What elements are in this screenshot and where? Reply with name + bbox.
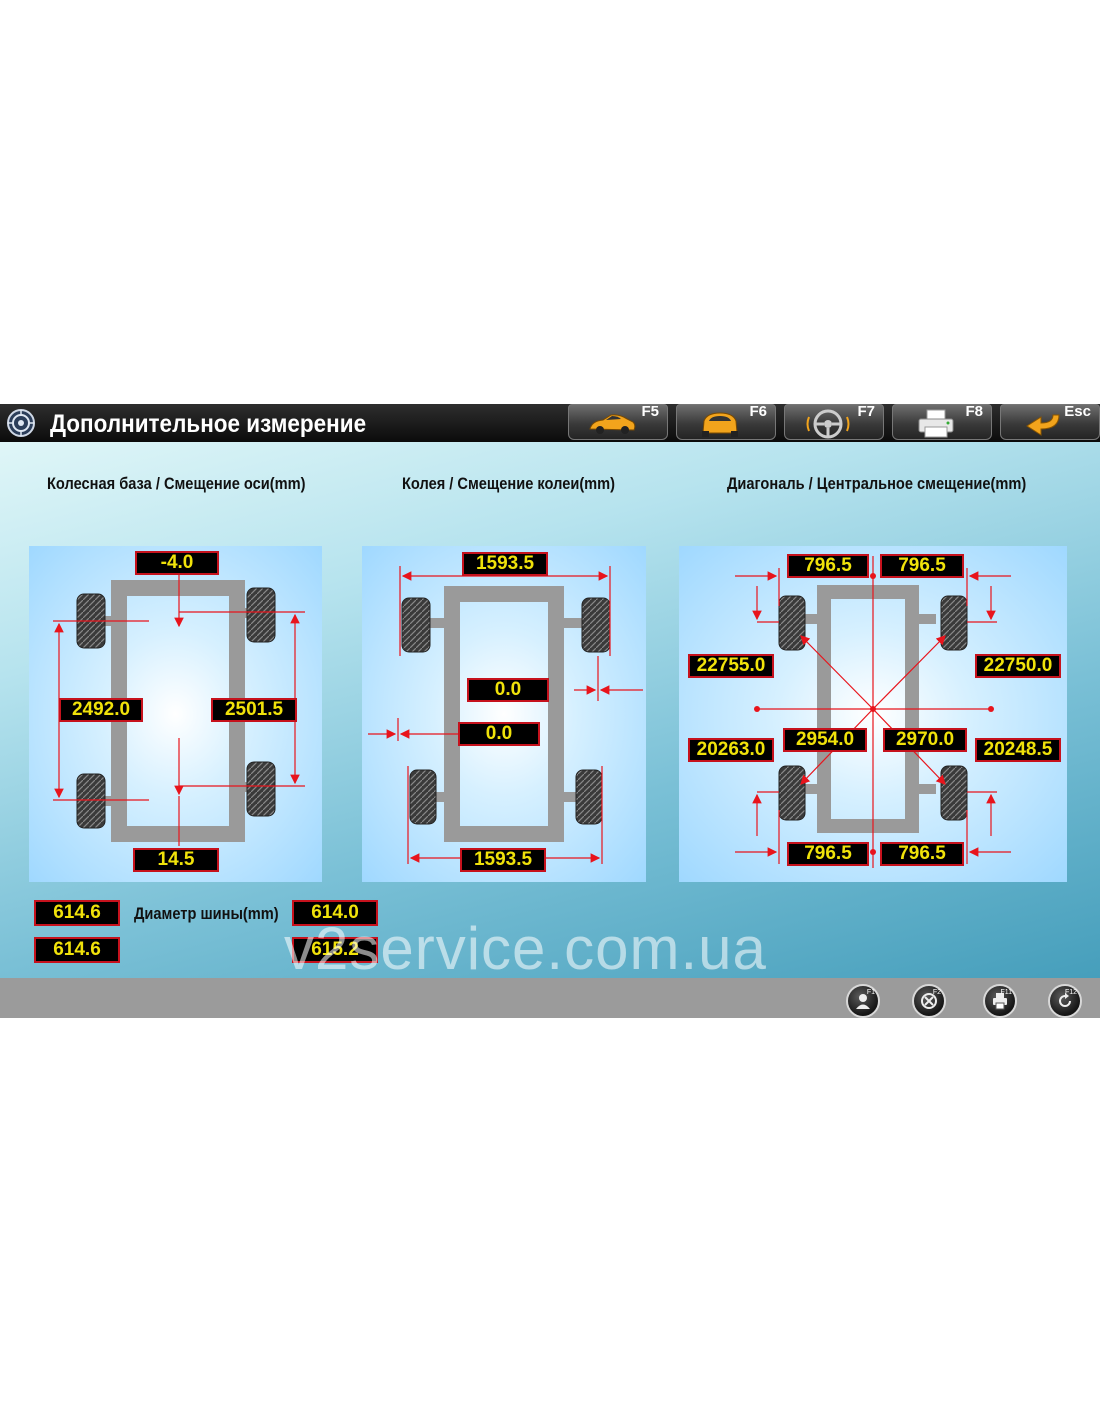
esc-back-button[interactable]: Esc xyxy=(1000,404,1100,440)
printer-icon xyxy=(918,409,954,438)
diagonal-panel: 796.5 796.5 22755.0 22750.0 2954.0 2970.… xyxy=(679,546,1067,882)
f7-steering-button[interactable]: F7 xyxy=(784,404,884,440)
f7-label: F7 xyxy=(857,404,875,420)
diagonal-diagram xyxy=(735,556,1011,868)
rear-right-half-track-value: 796.5 xyxy=(880,842,964,866)
f5-label: F5 xyxy=(641,404,659,420)
f2-tag: F2 xyxy=(932,989,941,996)
left-upper-value: 22755.0 xyxy=(688,654,774,678)
right-diagonal-value: 2970.0 xyxy=(883,728,967,752)
left-diagonal-value: 2954.0 xyxy=(783,728,867,752)
front-right-tire xyxy=(581,597,611,653)
tire-front-left-value: 614.6 xyxy=(34,900,120,926)
rear-axle-offset-value: 14.5 xyxy=(133,848,219,872)
front-right-tire xyxy=(246,587,276,643)
track-panel: 1593.5 0.0 0.0 1593.5 xyxy=(362,546,646,882)
right-wheelbase-value: 2501.5 xyxy=(211,698,297,722)
front-right-tire xyxy=(940,595,968,651)
car-front-icon xyxy=(702,412,738,437)
aperture-logo-icon xyxy=(7,409,35,437)
rear-track-offset-value: 0.0 xyxy=(458,722,540,746)
title-bar: Дополнительное измерение F5 F6 F7 F8 Esc xyxy=(0,404,1100,442)
f6-vehicle-front-button[interactable]: F6 xyxy=(676,404,776,440)
right-upper-value: 22750.0 xyxy=(975,654,1061,678)
f2-tools-button[interactable]: F2 xyxy=(912,984,946,1018)
f6-label: F6 xyxy=(749,404,767,420)
watermark: v2service.com.ua xyxy=(284,915,767,982)
esc-label: Esc xyxy=(1064,404,1091,420)
rear-right-tire xyxy=(575,769,603,825)
wheelbase-section-title: Колесная база / Смещение оси(mm) xyxy=(47,474,306,493)
f11-tag: F11 xyxy=(1000,989,1012,996)
f12-back-button[interactable]: F12 xyxy=(1048,984,1082,1018)
f11-print-button[interactable]: F11 xyxy=(983,984,1017,1018)
front-right-half-track-value: 796.5 xyxy=(880,554,964,578)
track-section-title: Колея / Смещение колеи(mm) xyxy=(402,474,616,493)
front-track-offset-value: 0.0 xyxy=(467,678,549,702)
sports-car-side-icon xyxy=(589,414,636,434)
right-lower-value: 20248.5 xyxy=(975,738,1061,762)
rear-left-tire xyxy=(409,769,437,825)
alignment-app-window: Дополнительное измерение F5 F6 F7 F8 Esc… xyxy=(0,404,1100,1018)
left-wheelbase-value: 2492.0 xyxy=(59,698,143,722)
f8-print-button[interactable]: F8 xyxy=(892,404,992,440)
front-axle-offset-value: -4.0 xyxy=(135,551,219,575)
f1-customer-button[interactable]: F1 xyxy=(846,984,880,1018)
rear-right-tire xyxy=(940,765,968,821)
page-title: Дополнительное измерение xyxy=(50,410,367,438)
front-track-value: 1593.5 xyxy=(462,552,548,576)
diagonal-section-title: Диагональ / Центральное смещение(mm) xyxy=(727,474,1027,493)
rear-right-tire xyxy=(246,761,276,817)
f8-label: F8 xyxy=(965,404,983,420)
rear-left-tire xyxy=(76,773,106,829)
front-left-half-track-value: 796.5 xyxy=(787,554,869,578)
tire-rear-left-value: 614.6 xyxy=(34,937,120,963)
front-left-tire xyxy=(778,595,806,651)
tire-diameter-label: Диаметр шины(mm) xyxy=(134,904,279,923)
front-left-tire xyxy=(401,597,431,653)
f1-tag: F1 xyxy=(866,989,875,996)
f5-vehicle-button[interactable]: F5 xyxy=(568,404,668,440)
return-arrow-icon xyxy=(1026,414,1060,436)
rear-track-value: 1593.5 xyxy=(460,848,546,872)
wheelbase-panel: -4.0 2492.0 2501.5 14.5 xyxy=(29,546,322,882)
steering-wheel-icon xyxy=(806,409,850,439)
track-diagram xyxy=(368,566,643,864)
bottom-toolbar: F1 F2 F11 F12 xyxy=(0,978,1100,1018)
left-lower-value: 20263.0 xyxy=(688,738,774,762)
rear-left-half-track-value: 796.5 xyxy=(787,842,869,866)
f12-tag: F12 xyxy=(1064,989,1077,996)
rear-left-tire xyxy=(778,765,806,821)
